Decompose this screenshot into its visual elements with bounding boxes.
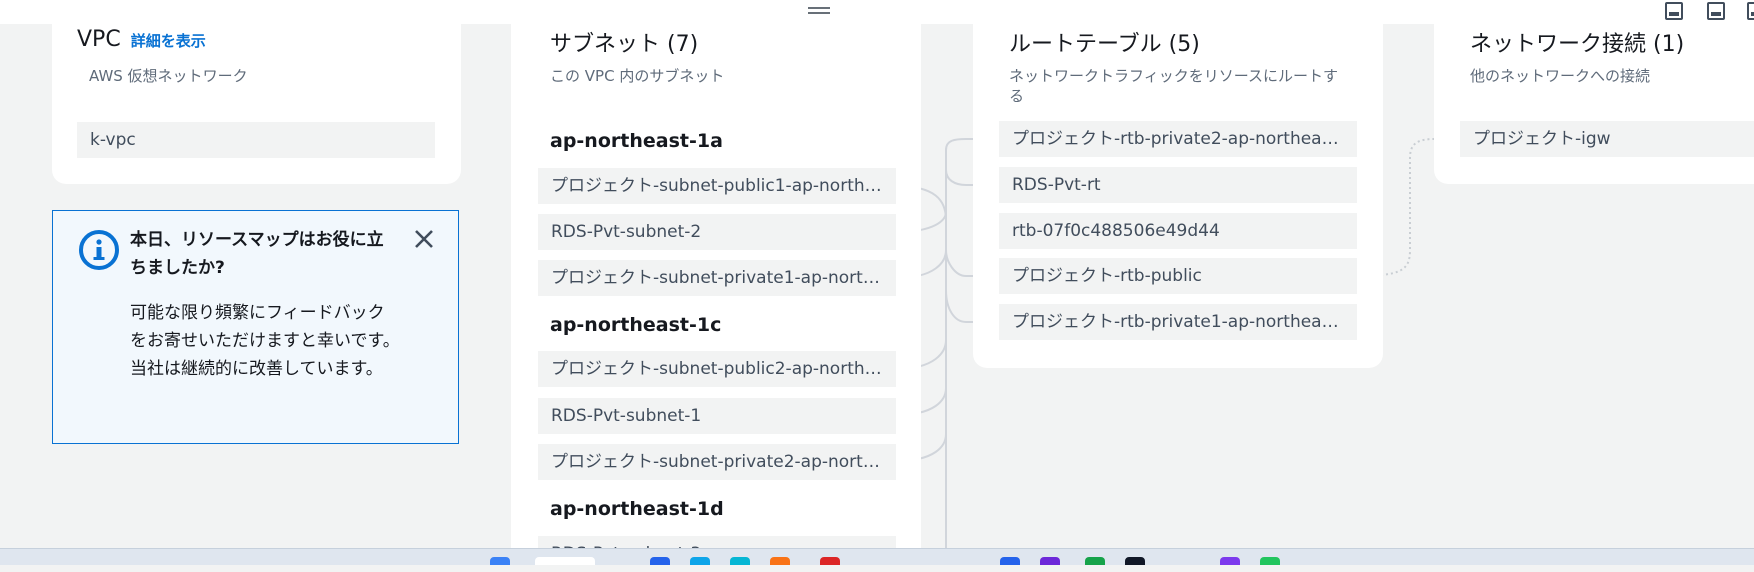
- network-connections-title: ネットワーク接続 (1): [1470, 32, 1685, 57]
- feedback-title: 本日、リソースマップはお役に立ちましたか?: [130, 230, 384, 278]
- subnet-item[interactable]: RDS-Pvt-subnet-1: [538, 398, 896, 434]
- subnet-item[interactable]: プロジェクト-subnet-public1-ap-northeast-1a: [538, 168, 896, 204]
- vpc-title-text: VPC: [77, 27, 121, 52]
- route-tables-description: ネットワークトラフィックをリソースにルートする: [1009, 67, 1338, 105]
- vpc-title: VPC 詳細を表示: [77, 27, 206, 52]
- subnets-description: この VPC 内のサブネット: [550, 67, 725, 85]
- az-heading: ap-northeast-1a: [550, 130, 723, 152]
- vpc-description: AWS 仮想ネットワーク: [89, 67, 248, 85]
- info-icon: [79, 230, 119, 270]
- view-details-link[interactable]: 詳細を表示: [131, 32, 206, 50]
- route-tables-card: ルートテーブル (5) ネットワークトラフィックをリソースにルートする プロジェ…: [973, 24, 1383, 368]
- route-table-item[interactable]: rtb-07f0c488506e49d44: [999, 213, 1357, 249]
- feedback-alert: 本日、リソースマップはお役に立ちましたか? 可能な限り頻繁にフィードバックをお寄…: [52, 210, 459, 444]
- az-heading: ap-northeast-1d: [550, 498, 724, 520]
- az-heading: ap-northeast-1c: [550, 314, 722, 336]
- vpc-item[interactable]: k-vpc: [77, 122, 435, 158]
- subnet-item[interactable]: プロジェクト-subnet-private2-ap-northeast-1c: [538, 444, 896, 480]
- route-table-item[interactable]: プロジェクト-rtb-private1-ap-northeast-1a: [999, 304, 1357, 340]
- subnet-item[interactable]: プロジェクト-subnet-private1-ap-northeast-1a: [538, 260, 896, 296]
- feedback-body: 可能な限り頻繁にフィードバックをお寄せいただけますと幸いです。 当社は継続的に改…: [130, 303, 400, 379]
- network-connections-card: ネットワーク接続 (1) 他のネットワークへの接続 プロジェクト-igw: [1434, 24, 1754, 184]
- vpc-card: VPC 詳細を表示 AWS 仮想ネットワーク k-vpc: [52, 24, 461, 184]
- subnet-item[interactable]: RDS-Pvt-subnet-2: [538, 214, 896, 250]
- network-connection-item[interactable]: プロジェクト-igw: [1460, 121, 1754, 157]
- close-icon[interactable]: [412, 227, 436, 251]
- network-connections-description: 他のネットワークへの接続: [1470, 67, 1651, 85]
- taskbar: [0, 548, 1754, 565]
- route-table-item[interactable]: プロジェクト-rtb-private2-ap-northeast-1c: [999, 121, 1357, 157]
- route-table-item[interactable]: RDS-Pvt-rt: [999, 167, 1357, 203]
- route-tables-title: ルートテーブル (5): [1009, 32, 1200, 57]
- subnets-card: サブネット (7) この VPC 内のサブネット ap-northeast-1a…: [511, 24, 921, 572]
- subnet-item[interactable]: プロジェクト-subnet-public2-ap-northeast-1c: [538, 351, 896, 387]
- subnets-title: サブネット (7): [550, 32, 699, 57]
- route-table-item[interactable]: プロジェクト-rtb-public: [999, 258, 1357, 294]
